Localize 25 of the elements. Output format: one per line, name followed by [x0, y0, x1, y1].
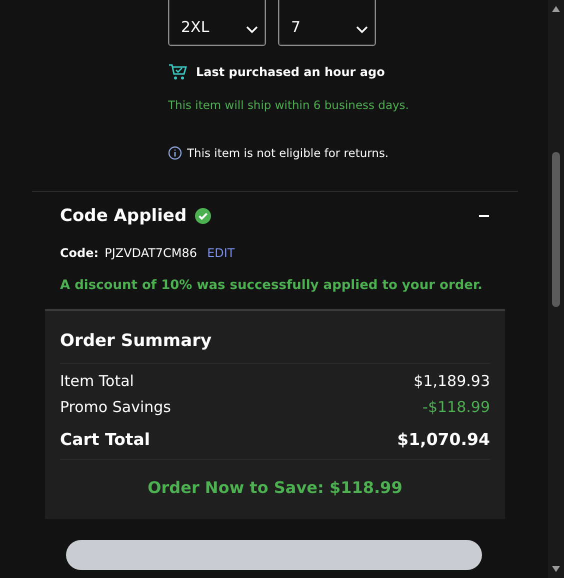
promo-code: PJZVDAT7CM86 — [104, 246, 198, 260]
scroll-up-icon[interactable] — [552, 6, 560, 12]
scroll-down-icon[interactable] — [552, 566, 560, 572]
promo-title: Code Applied — [60, 206, 187, 226]
info-icon — [168, 146, 182, 160]
returns-note: This item is not eligible for returns. — [187, 146, 389, 160]
summary-label: Item Total — [60, 372, 134, 390]
shipping-note: This item will ship within 6 business days. — [168, 98, 410, 112]
summary-value: -$118.99 — [422, 398, 490, 416]
scrollbar-thumb[interactable] — [552, 152, 560, 307]
last-purchased-text: Last purchased an hour ago — [196, 65, 385, 79]
dropdown-select[interactable]: 7 — [278, 0, 376, 46]
order-summary-title: Order Summary — [60, 331, 213, 351]
cart-icon — [168, 63, 188, 81]
checkout-button[interactable] — [66, 540, 482, 570]
summary-label: Cart Total — [60, 430, 150, 449]
discount-message: A discount of 10% was successfully applied to your order. — [60, 278, 484, 293]
dropdown-select[interactable]: 2XL — [168, 0, 266, 46]
scrollbar[interactable] — [548, 0, 564, 578]
summary-value: $1,070.94 — [397, 430, 490, 449]
summary-label: Promo Savings — [60, 398, 171, 416]
code-label: Code: — [60, 246, 99, 260]
summary-value: $1,189.93 — [414, 372, 490, 390]
edit-link[interactable]: EDIT — [207, 246, 235, 260]
savings-message: Order Now to Save: $118.99 — [146, 477, 404, 499]
